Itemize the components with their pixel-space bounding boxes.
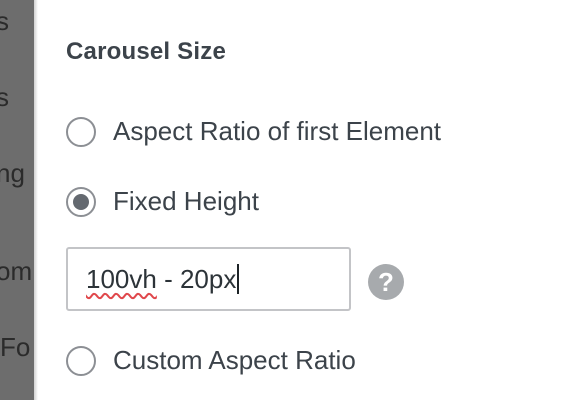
carousel-size-heading: Carousel Size bbox=[66, 38, 226, 65]
value-remainder: - 20px bbox=[156, 263, 237, 294]
background-menu-item: s bbox=[0, 82, 9, 112]
radio-option-label: Aspect Ratio of first Element bbox=[113, 116, 442, 146]
radio-option-aspect-ratio-first-element[interactable]: Aspect Ratio of first Element bbox=[66, 116, 441, 147]
background-menu-item: ng bbox=[0, 158, 25, 188]
radio-option-custom-aspect-ratio[interactable]: Custom Aspect Ratio bbox=[66, 345, 356, 376]
fixed-height-input[interactable]: 100vh - 20px bbox=[66, 247, 351, 311]
background-menu-item: Fo bbox=[0, 332, 31, 362]
help-icon[interactable]: ? bbox=[368, 264, 404, 300]
radio-button[interactable] bbox=[66, 345, 96, 376]
radio-dot bbox=[73, 193, 89, 210]
background-menu-item: s bbox=[0, 6, 9, 36]
radio-button[interactable] bbox=[66, 186, 96, 217]
settings-panel: Carousel Size Aspect Ratio of first Elem… bbox=[34, 0, 586, 400]
text-caret bbox=[237, 264, 240, 294]
fixed-height-value: 100vh - 20px bbox=[86, 264, 236, 295]
screen: s s ng om Fo Carousel Size Aspect Ratio … bbox=[0, 0, 586, 400]
dimmed-background-page: s s ng om Fo bbox=[0, 0, 34, 400]
radio-button[interactable] bbox=[66, 116, 96, 147]
misspelled-word: 100vh bbox=[86, 263, 157, 294]
radio-option-label: Fixed Height bbox=[113, 186, 259, 216]
background-menu-item: om bbox=[0, 256, 33, 286]
radio-option-fixed-height[interactable]: Fixed Height bbox=[66, 186, 259, 217]
panel-edge-shadow bbox=[34, 0, 38, 400]
radio-option-label: Custom Aspect Ratio bbox=[113, 345, 356, 375]
